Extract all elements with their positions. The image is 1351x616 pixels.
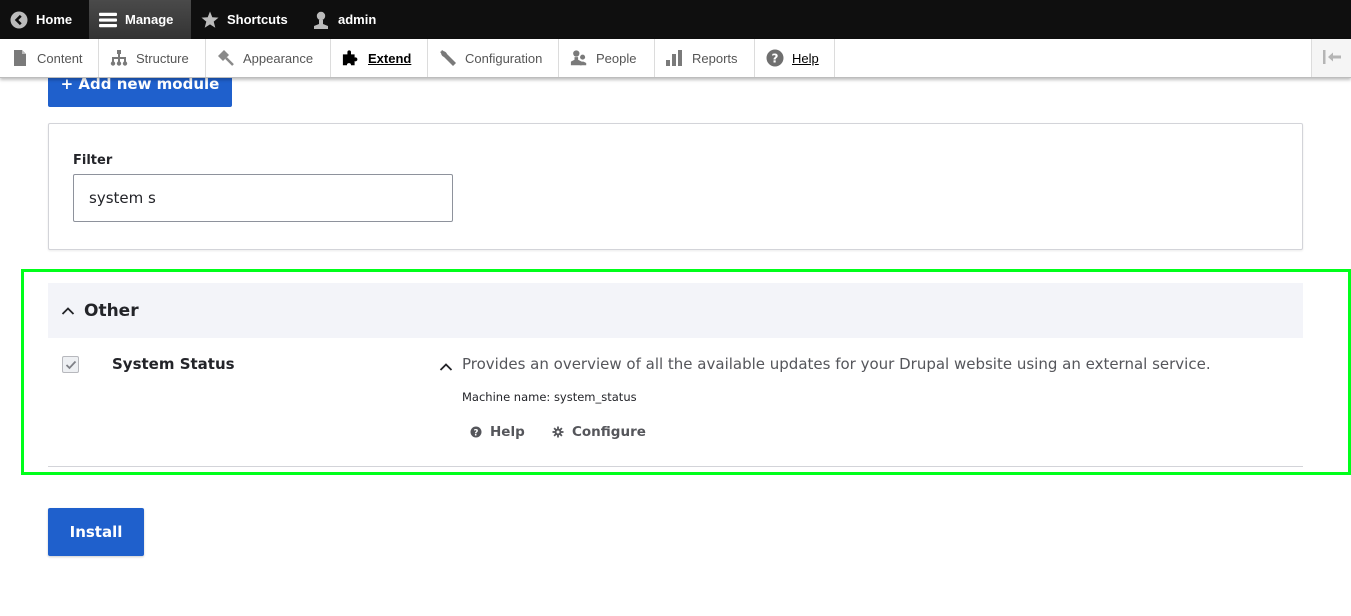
tray-item-help-label: Help (792, 50, 819, 66)
toolbar-manage[interactable]: Manage (89, 0, 191, 39)
module-machine-name: Machine name: system_status (462, 390, 637, 404)
group-title: Other (84, 300, 139, 321)
module-description: Provides an overview of all the availabl… (462, 355, 1211, 373)
tray-item-configuration[interactable]: Configuration (428, 39, 559, 77)
filter-card: Filter (48, 123, 1303, 250)
wrench-icon (439, 49, 457, 67)
toolbar-manage-label: Manage (125, 12, 174, 27)
svg-text:?: ? (772, 52, 779, 66)
people-icon (570, 49, 588, 67)
tray-item-configuration-label: Configuration (465, 50, 543, 66)
tray-orientation-toggle[interactable] (1311, 39, 1351, 77)
filter-input[interactable] (73, 174, 453, 222)
tray-item-extend-label: Extend (368, 50, 412, 66)
tray-item-content-label: Content (37, 50, 83, 66)
chevron-left-circle-icon (10, 11, 28, 29)
tray-item-extend[interactable]: Extend (331, 39, 428, 77)
module-checkbox[interactable] (62, 356, 79, 373)
collapse-orientation-icon (1322, 49, 1342, 68)
tray-item-structure[interactable]: Structure (99, 39, 206, 77)
bar-chart-icon (666, 49, 684, 67)
gear-icon (552, 426, 564, 438)
puzzle-piece-icon (342, 49, 360, 67)
checkmark-icon (65, 355, 77, 374)
tray-item-people[interactable]: People (559, 39, 655, 77)
question-circle-icon: ? (470, 426, 482, 438)
group-header-other[interactable]: Other (48, 283, 1303, 338)
install-button[interactable]: Install (48, 508, 144, 556)
module-help-link[interactable]: ? Help (470, 424, 525, 440)
hamburger-menu-icon (99, 11, 117, 29)
tray-item-reports-label: Reports (692, 50, 738, 66)
row-divider (48, 466, 1303, 467)
svg-text:?: ? (474, 428, 479, 438)
chevron-up-icon (60, 303, 76, 319)
toolbar-shortcuts-label: Shortcuts (227, 12, 288, 27)
tray-item-reports[interactable]: Reports (655, 39, 755, 77)
toolbar-shortcuts[interactable]: Shortcuts (191, 0, 302, 39)
tray-item-content[interactable]: Content (0, 39, 99, 77)
module-name: System Status (112, 355, 235, 373)
filter-label: Filter (73, 153, 113, 168)
module-help-label: Help (490, 424, 525, 440)
module-configure-label: Configure (572, 424, 646, 440)
tray-item-help[interactable]: ? Help (755, 39, 835, 77)
user-icon (312, 11, 330, 29)
admin-tray: Content Structure Appearance Extend Conf… (0, 39, 1351, 78)
sitemap-icon (110, 49, 128, 67)
tray-item-appearance-label: Appearance (243, 50, 314, 66)
admin-toolbar: Home Manage Shortcuts admin (0, 0, 1351, 39)
tray-spacer (835, 39, 1311, 77)
tray-item-structure-label: Structure (136, 50, 189, 66)
star-icon (201, 11, 219, 29)
module-configure-link[interactable]: Configure (552, 424, 646, 440)
description-toggle[interactable] (438, 358, 454, 374)
toolbar-home-label: Home (36, 12, 73, 27)
paint-roller-icon (217, 49, 235, 67)
toolbar-user-label: admin (338, 12, 377, 27)
document-icon (11, 49, 29, 67)
tray-item-people-label: People (596, 50, 637, 66)
question-circle-icon: ? (766, 49, 784, 67)
chevron-up-icon (439, 357, 453, 376)
toolbar-home[interactable]: Home (0, 0, 89, 39)
tray-item-appearance[interactable]: Appearance (206, 39, 331, 77)
toolbar-user[interactable]: admin (302, 0, 390, 39)
